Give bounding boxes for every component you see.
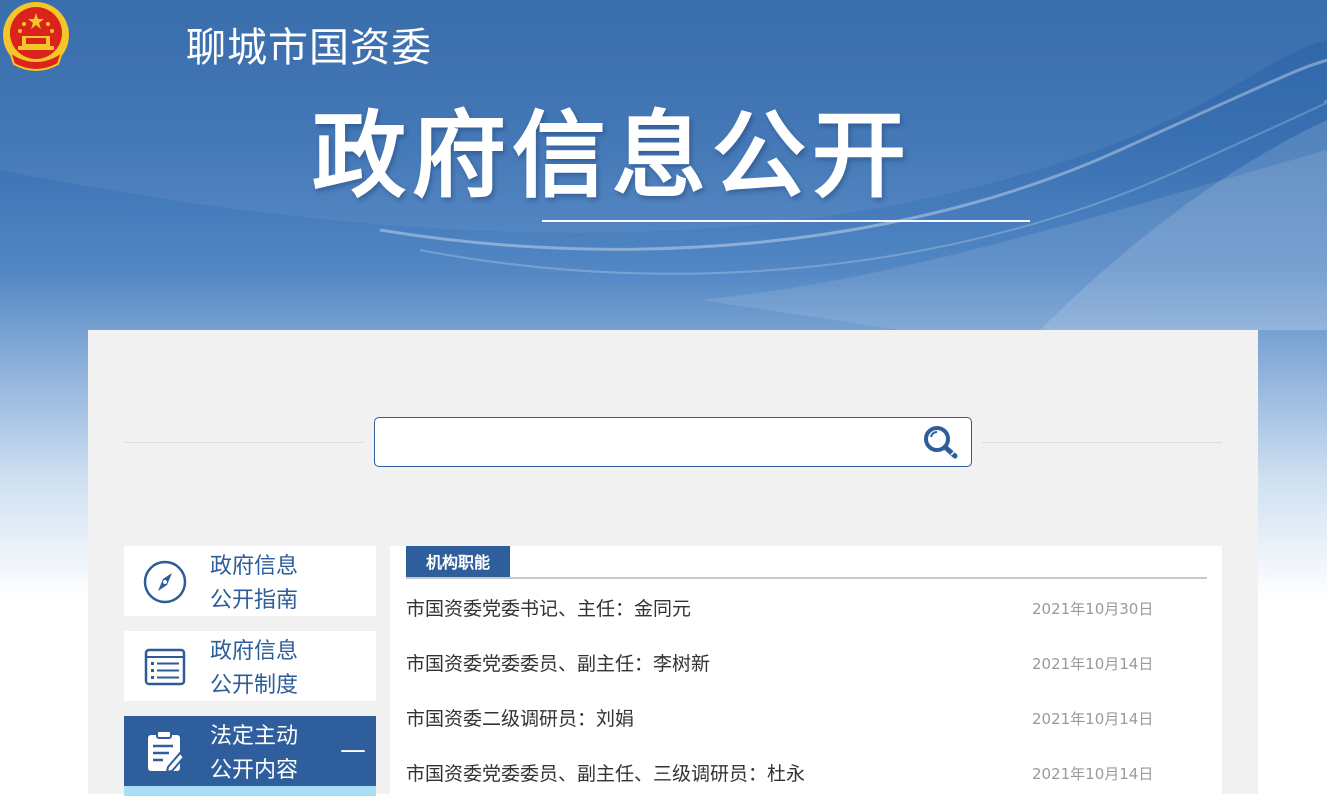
sidebar-label-line1: 政府信息	[210, 554, 299, 579]
sidebar-item-label: 法定主动 公开内容	[210, 720, 298, 788]
search-bar	[374, 417, 972, 467]
section-tab[interactable]: 机构职能	[406, 546, 511, 578]
title-underline	[542, 220, 1030, 222]
compass-icon	[143, 560, 187, 604]
list-document-icon	[144, 648, 186, 686]
sidebar-label-line2: 公开内容	[210, 758, 299, 783]
collapse-toggle[interactable]: —	[340, 734, 366, 766]
sidebar-label-line1: 法定主动	[210, 724, 299, 749]
sidebar-label-line1: 政府信息	[210, 639, 299, 664]
list-item-title[interactable]: 市国资委党委书记、主任：金同元	[406, 594, 691, 624]
sidebar-item-guide[interactable]: 政府信息 公开指南	[124, 546, 376, 616]
list-item[interactable]: 市国资委党委书记、主任：金同元 2021年10月30日	[406, 594, 1206, 624]
list-item-date: 2021年10月14日	[1032, 710, 1154, 728]
sidebar-item-system[interactable]: 政府信息 公开制度	[124, 631, 376, 701]
search-icon[interactable]	[921, 423, 961, 461]
list-item[interactable]: 市国资委党委委员、副主任、三级调研员：杜永 2021年10月14日	[406, 759, 1206, 789]
list-item-title[interactable]: 市国资委二级调研员：刘娟	[406, 704, 634, 734]
section-divider	[406, 577, 1207, 579]
site-name[interactable]: 聊城市国资委	[186, 18, 432, 78]
page-title: 政府信息公开	[312, 102, 913, 211]
sidebar-item-statutory[interactable]: 法定主动 公开内容 —	[124, 716, 376, 786]
search-divider-right	[982, 442, 1222, 443]
sidebar-label-line2: 公开制度	[210, 673, 299, 698]
sidebar-item-label: 政府信息 公开指南	[210, 550, 298, 618]
search-input[interactable]	[385, 424, 909, 460]
list-item[interactable]: 市国资委党委委员、副主任：李树新 2021年10月14日	[406, 649, 1206, 679]
list-item-title[interactable]: 市国资委党委委员、副主任：李树新	[406, 649, 710, 679]
sidebar-label-line2: 公开指南	[210, 588, 299, 613]
submenu-panel	[124, 786, 376, 796]
search-divider-left	[124, 442, 364, 443]
national-emblem-icon	[3, 2, 69, 71]
clipboard-edit-icon	[148, 730, 186, 774]
content-list-panel: 机构职能 市国资委党委书记、主任：金同元 2021年10月30日 市国资委党委委…	[390, 546, 1222, 806]
list-item-date: 2021年10月30日	[1032, 600, 1154, 618]
main-panel: 政府信息 公开指南 政府信息 公开制度 法定主动 公开内容 — 机构职能 市国资…	[88, 330, 1258, 806]
sidebar-item-label: 政府信息 公开制度	[210, 635, 298, 703]
list-item-date: 2021年10月14日	[1032, 655, 1154, 673]
list-item-date: 2021年10月14日	[1032, 765, 1154, 783]
list-item-title[interactable]: 市国资委党委委员、副主任、三级调研员：杜永	[406, 759, 805, 789]
list-item[interactable]: 市国资委二级调研员：刘娟 2021年10月14日	[406, 704, 1206, 734]
